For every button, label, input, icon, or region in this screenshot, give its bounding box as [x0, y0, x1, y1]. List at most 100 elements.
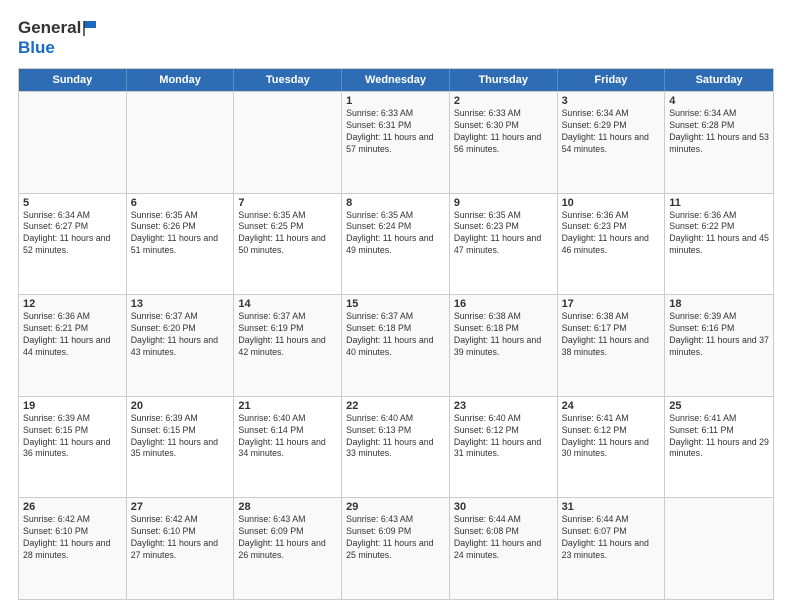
- calendar-cell: 20Sunrise: 6:39 AM Sunset: 6:15 PM Dayli…: [127, 397, 235, 498]
- weekday-header: Sunday: [19, 69, 127, 91]
- cell-info: Sunrise: 6:34 AM Sunset: 6:29 PM Dayligh…: [562, 108, 661, 156]
- day-number: 6: [131, 197, 230, 209]
- cell-info: Sunrise: 6:41 AM Sunset: 6:11 PM Dayligh…: [669, 413, 769, 461]
- calendar-cell: 5Sunrise: 6:34 AM Sunset: 6:27 PM Daylig…: [19, 194, 127, 295]
- calendar-cell: 3Sunrise: 6:34 AM Sunset: 6:29 PM Daylig…: [558, 92, 666, 193]
- cell-info: Sunrise: 6:35 AM Sunset: 6:26 PM Dayligh…: [131, 210, 230, 258]
- cell-info: Sunrise: 6:33 AM Sunset: 6:30 PM Dayligh…: [454, 108, 553, 156]
- calendar-cell: [127, 92, 235, 193]
- calendar-cell: 31Sunrise: 6:44 AM Sunset: 6:07 PM Dayli…: [558, 498, 666, 599]
- cell-info: Sunrise: 6:37 AM Sunset: 6:19 PM Dayligh…: [238, 311, 337, 359]
- calendar-cell: 8Sunrise: 6:35 AM Sunset: 6:24 PM Daylig…: [342, 194, 450, 295]
- calendar-cell: 6Sunrise: 6:35 AM Sunset: 6:26 PM Daylig…: [127, 194, 235, 295]
- day-number: 15: [346, 298, 445, 310]
- day-number: 11: [669, 197, 769, 209]
- calendar-cell: 13Sunrise: 6:37 AM Sunset: 6:20 PM Dayli…: [127, 295, 235, 396]
- weekday-header: Wednesday: [342, 69, 450, 91]
- day-number: 19: [23, 400, 122, 412]
- cell-info: Sunrise: 6:42 AM Sunset: 6:10 PM Dayligh…: [131, 514, 230, 562]
- calendar-cell: 29Sunrise: 6:43 AM Sunset: 6:09 PM Dayli…: [342, 498, 450, 599]
- day-number: 22: [346, 400, 445, 412]
- cell-info: Sunrise: 6:44 AM Sunset: 6:08 PM Dayligh…: [454, 514, 553, 562]
- day-number: 4: [669, 95, 769, 107]
- day-number: 16: [454, 298, 553, 310]
- weekday-header: Monday: [127, 69, 235, 91]
- calendar-cell: [665, 498, 773, 599]
- cell-info: Sunrise: 6:39 AM Sunset: 6:15 PM Dayligh…: [131, 413, 230, 461]
- cell-info: Sunrise: 6:36 AM Sunset: 6:23 PM Dayligh…: [562, 210, 661, 258]
- calendar-cell: 11Sunrise: 6:36 AM Sunset: 6:22 PM Dayli…: [665, 194, 773, 295]
- calendar-cell: 9Sunrise: 6:35 AM Sunset: 6:23 PM Daylig…: [450, 194, 558, 295]
- day-number: 10: [562, 197, 661, 209]
- cell-info: Sunrise: 6:43 AM Sunset: 6:09 PM Dayligh…: [238, 514, 337, 562]
- calendar-cell: 27Sunrise: 6:42 AM Sunset: 6:10 PM Dayli…: [127, 498, 235, 599]
- cell-info: Sunrise: 6:39 AM Sunset: 6:15 PM Dayligh…: [23, 413, 122, 461]
- calendar-cell: 21Sunrise: 6:40 AM Sunset: 6:14 PM Dayli…: [234, 397, 342, 498]
- calendar-cell: 15Sunrise: 6:37 AM Sunset: 6:18 PM Dayli…: [342, 295, 450, 396]
- day-number: 21: [238, 400, 337, 412]
- calendar-cell: 19Sunrise: 6:39 AM Sunset: 6:15 PM Dayli…: [19, 397, 127, 498]
- calendar-cell: 23Sunrise: 6:40 AM Sunset: 6:12 PM Dayli…: [450, 397, 558, 498]
- calendar-row: 19Sunrise: 6:39 AM Sunset: 6:15 PM Dayli…: [19, 396, 773, 498]
- weekday-header: Friday: [558, 69, 666, 91]
- day-number: 27: [131, 501, 230, 513]
- day-number: 7: [238, 197, 337, 209]
- cell-info: Sunrise: 6:35 AM Sunset: 6:23 PM Dayligh…: [454, 210, 553, 258]
- cell-info: Sunrise: 6:42 AM Sunset: 6:10 PM Dayligh…: [23, 514, 122, 562]
- header: General Blue: [18, 18, 774, 58]
- day-number: 26: [23, 501, 122, 513]
- cell-info: Sunrise: 6:43 AM Sunset: 6:09 PM Dayligh…: [346, 514, 445, 562]
- weekday-header: Tuesday: [234, 69, 342, 91]
- calendar-header-row: SundayMondayTuesdayWednesdayThursdayFrid…: [19, 69, 773, 91]
- day-number: 5: [23, 197, 122, 209]
- day-number: 12: [23, 298, 122, 310]
- day-number: 18: [669, 298, 769, 310]
- calendar-cell: 14Sunrise: 6:37 AM Sunset: 6:19 PM Dayli…: [234, 295, 342, 396]
- weekday-header: Thursday: [450, 69, 558, 91]
- calendar-cell: 28Sunrise: 6:43 AM Sunset: 6:09 PM Dayli…: [234, 498, 342, 599]
- calendar-cell: 2Sunrise: 6:33 AM Sunset: 6:30 PM Daylig…: [450, 92, 558, 193]
- day-number: 28: [238, 501, 337, 513]
- calendar: SundayMondayTuesdayWednesdayThursdayFrid…: [18, 68, 774, 600]
- cell-info: Sunrise: 6:38 AM Sunset: 6:17 PM Dayligh…: [562, 311, 661, 359]
- calendar-cell: 18Sunrise: 6:39 AM Sunset: 6:16 PM Dayli…: [665, 295, 773, 396]
- cell-info: Sunrise: 6:36 AM Sunset: 6:22 PM Dayligh…: [669, 210, 769, 258]
- logo: General Blue: [18, 18, 102, 58]
- logo-flag-icon: [82, 18, 102, 38]
- day-number: 9: [454, 197, 553, 209]
- calendar-cell: [19, 92, 127, 193]
- cell-info: Sunrise: 6:44 AM Sunset: 6:07 PM Dayligh…: [562, 514, 661, 562]
- calendar-cell: 1Sunrise: 6:33 AM Sunset: 6:31 PM Daylig…: [342, 92, 450, 193]
- cell-info: Sunrise: 6:33 AM Sunset: 6:31 PM Dayligh…: [346, 108, 445, 156]
- day-number: 23: [454, 400, 553, 412]
- day-number: 2: [454, 95, 553, 107]
- calendar-row: 12Sunrise: 6:36 AM Sunset: 6:21 PM Dayli…: [19, 294, 773, 396]
- day-number: 8: [346, 197, 445, 209]
- day-number: 3: [562, 95, 661, 107]
- calendar-cell: 7Sunrise: 6:35 AM Sunset: 6:25 PM Daylig…: [234, 194, 342, 295]
- calendar-row: 5Sunrise: 6:34 AM Sunset: 6:27 PM Daylig…: [19, 193, 773, 295]
- day-number: 29: [346, 501, 445, 513]
- cell-info: Sunrise: 6:35 AM Sunset: 6:24 PM Dayligh…: [346, 210, 445, 258]
- calendar-body: 1Sunrise: 6:33 AM Sunset: 6:31 PM Daylig…: [19, 91, 773, 599]
- day-number: 14: [238, 298, 337, 310]
- cell-info: Sunrise: 6:37 AM Sunset: 6:20 PM Dayligh…: [131, 311, 230, 359]
- calendar-row: 26Sunrise: 6:42 AM Sunset: 6:10 PM Dayli…: [19, 497, 773, 599]
- day-number: 30: [454, 501, 553, 513]
- day-number: 20: [131, 400, 230, 412]
- calendar-cell: 12Sunrise: 6:36 AM Sunset: 6:21 PM Dayli…: [19, 295, 127, 396]
- cell-info: Sunrise: 6:41 AM Sunset: 6:12 PM Dayligh…: [562, 413, 661, 461]
- cell-info: Sunrise: 6:36 AM Sunset: 6:21 PM Dayligh…: [23, 311, 122, 359]
- calendar-cell: 17Sunrise: 6:38 AM Sunset: 6:17 PM Dayli…: [558, 295, 666, 396]
- calendar-cell: 25Sunrise: 6:41 AM Sunset: 6:11 PM Dayli…: [665, 397, 773, 498]
- calendar-cell: 4Sunrise: 6:34 AM Sunset: 6:28 PM Daylig…: [665, 92, 773, 193]
- calendar-cell: 10Sunrise: 6:36 AM Sunset: 6:23 PM Dayli…: [558, 194, 666, 295]
- day-number: 25: [669, 400, 769, 412]
- calendar-cell: 30Sunrise: 6:44 AM Sunset: 6:08 PM Dayli…: [450, 498, 558, 599]
- cell-info: Sunrise: 6:39 AM Sunset: 6:16 PM Dayligh…: [669, 311, 769, 359]
- cell-info: Sunrise: 6:34 AM Sunset: 6:28 PM Dayligh…: [669, 108, 769, 156]
- day-number: 13: [131, 298, 230, 310]
- calendar-cell: [234, 92, 342, 193]
- cell-info: Sunrise: 6:34 AM Sunset: 6:27 PM Dayligh…: [23, 210, 122, 258]
- logo-blue: Blue: [18, 38, 55, 58]
